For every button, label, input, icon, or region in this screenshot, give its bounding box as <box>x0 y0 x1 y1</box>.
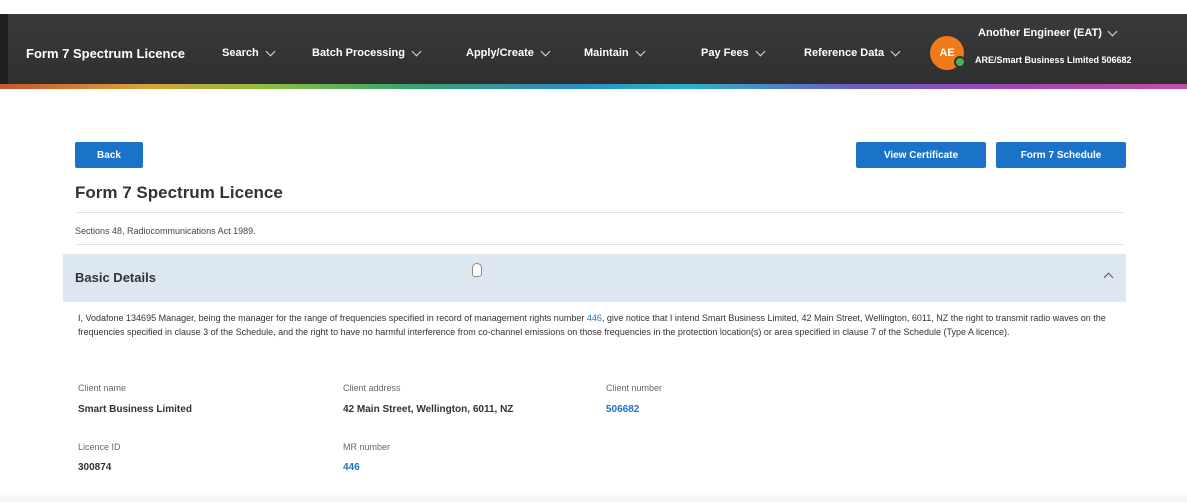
nav-pay-fees-label: Pay Fees <box>701 47 749 59</box>
nav-pay-fees[interactable]: Pay Fees <box>701 46 766 59</box>
licence-id-value: 300874 <box>78 462 112 473</box>
licence-id-label: Licence ID <box>78 442 121 452</box>
licence-notice: I, Vodafone 134695 Manager, being the ma… <box>78 311 1118 339</box>
nav-search[interactable]: Search <box>222 46 276 59</box>
chevron-down-icon <box>540 46 551 56</box>
title-divider <box>75 212 1125 213</box>
bottom-edge <box>0 490 1187 502</box>
chevron-down-icon <box>755 46 766 56</box>
mr-number-link[interactable]: 446 <box>587 313 602 323</box>
form-7-schedule-button[interactable]: Form 7 Schedule <box>996 142 1126 168</box>
nav-batch-processing[interactable]: Batch Processing <box>312 46 422 59</box>
view-certificate-button[interactable]: View Certificate <box>856 142 986 168</box>
user-organisation: ARE/Smart Business Limited 506682 <box>975 55 1132 65</box>
back-button[interactable]: Back <box>75 142 143 168</box>
nav-apply-create[interactable]: Apply/Create <box>466 46 551 59</box>
nav-search-label: Search <box>222 47 259 59</box>
client-name-value: Smart Business Limited <box>78 404 192 415</box>
chevron-down-icon <box>411 46 422 56</box>
chevron-up-icon[interactable] <box>1103 272 1114 283</box>
user-menu[interactable]: Another Engineer (EAT) <box>978 26 1118 39</box>
app-title[interactable]: Form 7 Spectrum Licence <box>26 46 185 61</box>
top-navbar: Form 7 Spectrum Licence Search Batch Pro… <box>0 14 1187 86</box>
nav-batch-processing-label: Batch Processing <box>312 47 405 59</box>
online-status-icon <box>954 56 966 68</box>
page-subtitle: Sections 48, Radiocommunications Act 198… <box>75 226 256 236</box>
chevron-down-icon <box>890 46 901 56</box>
hand-cursor-icon <box>472 263 482 277</box>
chevron-down-icon <box>635 46 646 56</box>
nav-reference-data-label: Reference Data <box>804 47 885 59</box>
nav-reference-data[interactable]: Reference Data <box>804 46 901 59</box>
nav-maintain-label: Maintain <box>584 47 629 59</box>
client-address-value: 42 Main Street, Wellington, 6011, NZ <box>343 404 514 415</box>
mr-number-label: MR number <box>343 442 391 452</box>
client-address-label: Client address <box>343 383 401 393</box>
brand-color-bar <box>0 84 1187 89</box>
client-name-label: Client name <box>78 383 127 393</box>
page-title: Form 7 Spectrum Licence <box>75 183 283 202</box>
client-number-label: Client number <box>606 383 663 393</box>
chevron-down-icon <box>265 46 276 56</box>
nav-apply-create-label: Apply/Create <box>466 47 534 59</box>
top-strip <box>0 0 1187 14</box>
chevron-down-icon <box>1107 26 1118 36</box>
avatar-initials: AE <box>939 47 955 59</box>
subtitle-divider <box>75 244 1125 245</box>
user-name: Another Engineer (EAT) <box>978 27 1102 39</box>
nav-maintain[interactable]: Maintain <box>584 46 646 59</box>
basic-details-title: Basic Details <box>75 270 156 285</box>
client-number-link[interactable]: 506682 <box>606 404 639 415</box>
mr-number-value-link[interactable]: 446 <box>343 462 360 473</box>
notice-text-start: I, Vodafone 134695 Manager, being the ma… <box>78 313 587 323</box>
basic-details-header[interactable]: Basic Details <box>63 254 1126 302</box>
